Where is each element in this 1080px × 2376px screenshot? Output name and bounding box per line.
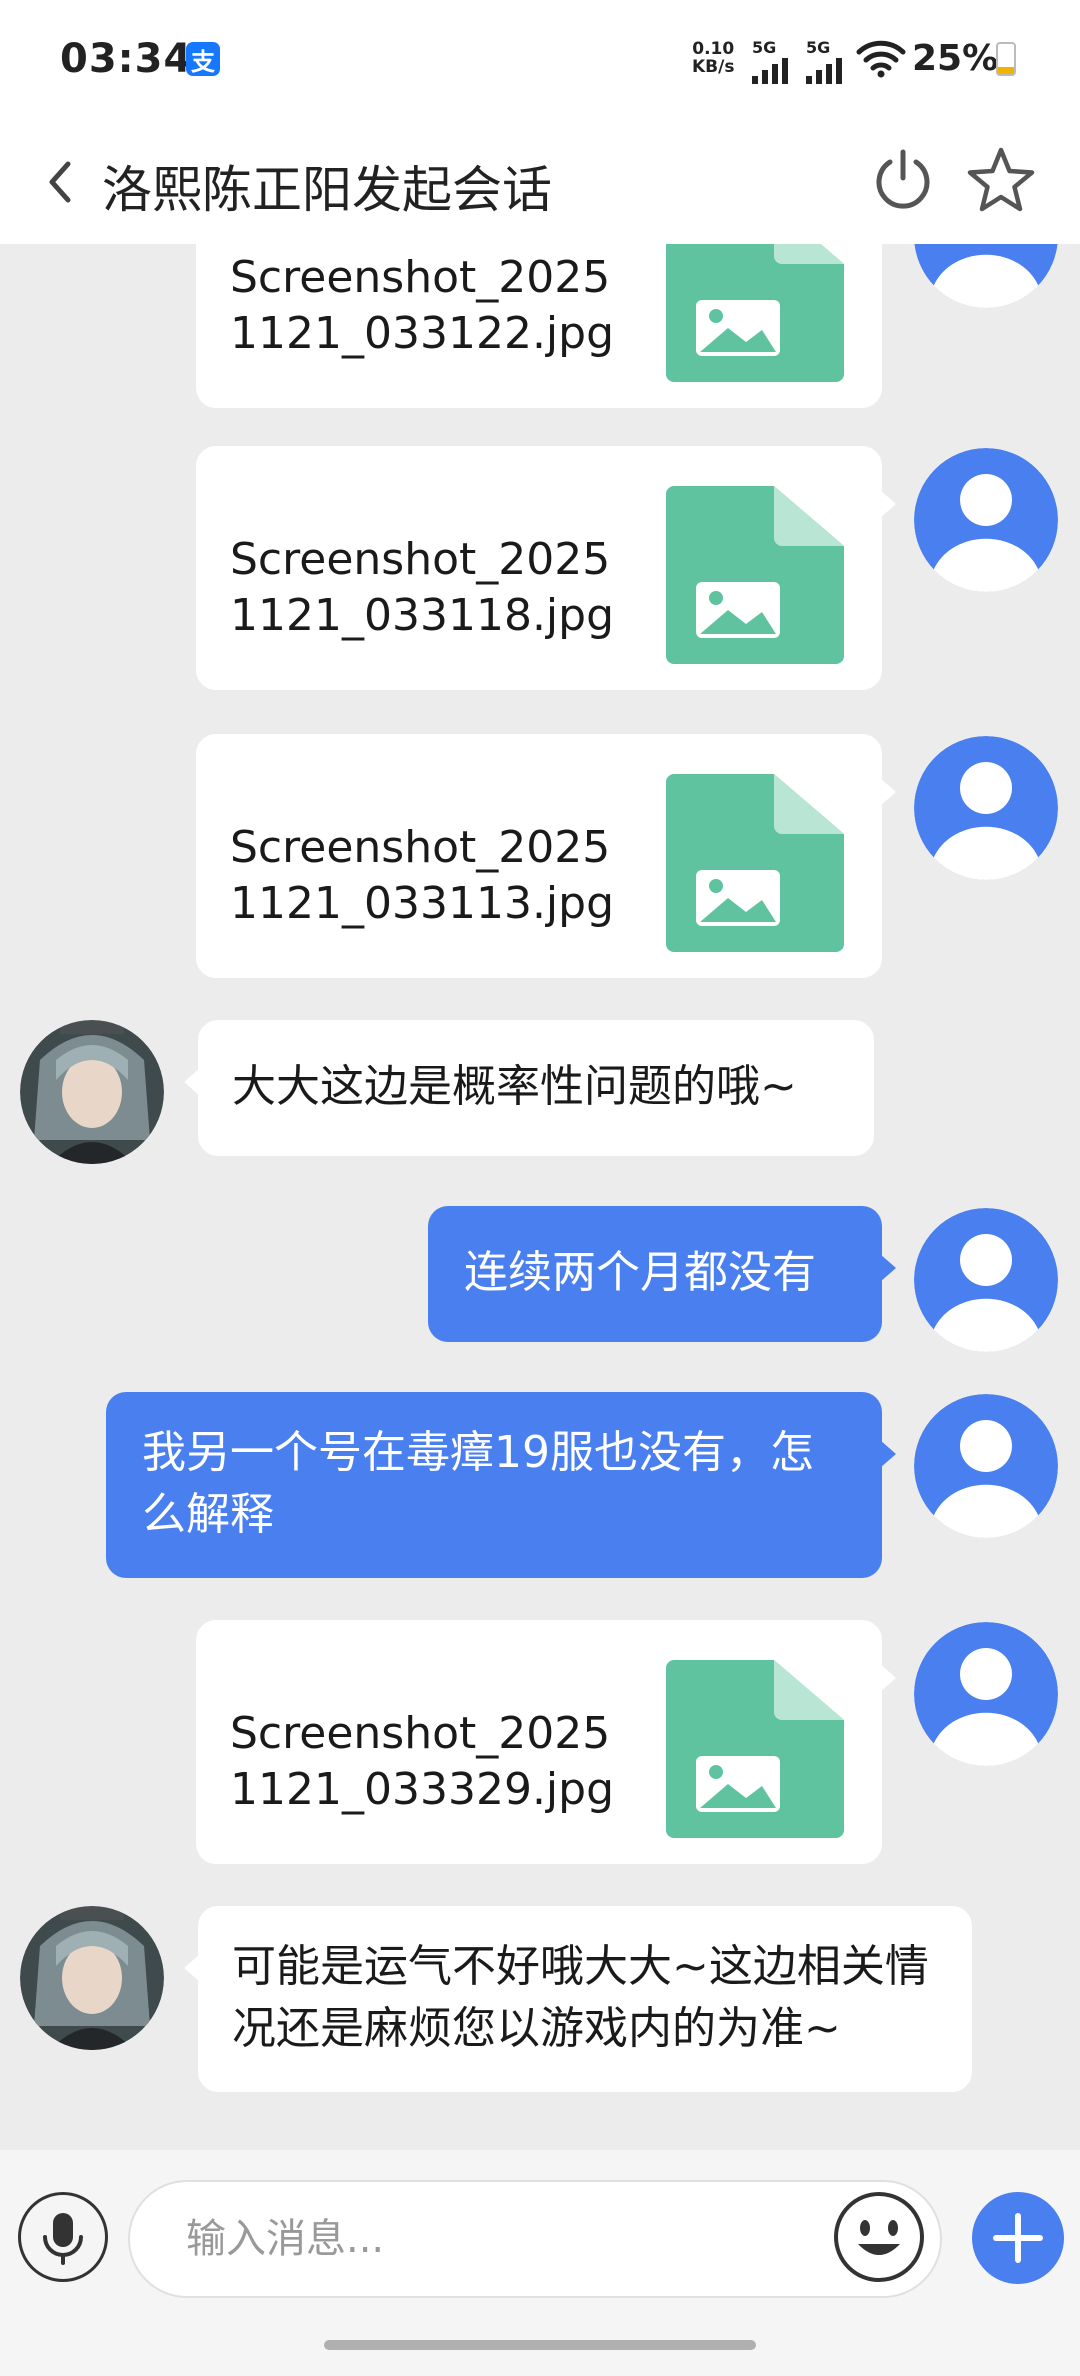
network-speed-value: 0.10 bbox=[692, 39, 735, 59]
avatar[interactable] bbox=[914, 736, 1058, 880]
page-title: 洛熙陈正阳发起会话 bbox=[102, 161, 552, 219]
battery-percent: 25% bbox=[912, 38, 999, 79]
file-attachment[interactable]: Screenshot_20251121_033329.jpg bbox=[196, 1620, 896, 1864]
alipay-icon: 支 bbox=[186, 42, 220, 76]
avatar[interactable] bbox=[914, 1208, 1058, 1352]
home-indicator[interactable] bbox=[324, 2340, 756, 2350]
voice-button[interactable] bbox=[18, 2192, 108, 2282]
avatar[interactable] bbox=[914, 448, 1058, 592]
file-name: Screenshot_20251121_033118.jpg bbox=[230, 534, 615, 641]
image-file-icon bbox=[666, 774, 844, 952]
network-speed: 0.10 KB/s bbox=[692, 40, 734, 76]
signal-bars-icon bbox=[806, 58, 842, 84]
power-icon[interactable] bbox=[868, 144, 938, 214]
file-attachment[interactable]: Screenshot_20251121_033122.jpg bbox=[196, 244, 882, 408]
message-input[interactable] bbox=[128, 2180, 942, 2298]
agent-avatar[interactable] bbox=[20, 1906, 164, 2050]
file-name: Screenshot_20251121_033329.jpg bbox=[230, 1708, 615, 1815]
chat-header: 洛熙陈正阳发起会话 bbox=[0, 120, 1080, 244]
microphone-icon bbox=[43, 2213, 83, 2265]
signal-2-label: 5G bbox=[806, 38, 831, 57]
message-bubble: 大大这边是概率性问题的哦~ bbox=[184, 1020, 874, 1156]
plus-icon bbox=[993, 2213, 1043, 2263]
battery-icon bbox=[996, 42, 1016, 76]
status-time: 03:34 bbox=[60, 36, 193, 82]
status-bar: 03:34 支 0.10 KB/s 5G 5G 25% bbox=[0, 0, 1080, 120]
network-speed-unit: KB/s bbox=[692, 57, 735, 77]
message-bubble: 连续两个月都没有 bbox=[428, 1206, 896, 1342]
chevron-left-icon[interactable] bbox=[36, 150, 86, 214]
message-list[interactable]: Screenshot_20251121_033122.jpg Screensho… bbox=[0, 244, 1080, 2150]
image-file-icon bbox=[666, 1660, 844, 1838]
image-file-icon bbox=[666, 244, 844, 382]
smiley-icon[interactable] bbox=[832, 2190, 926, 2284]
image-file-icon bbox=[666, 486, 844, 664]
battery-level-fill bbox=[998, 66, 1014, 74]
avatar[interactable] bbox=[914, 1394, 1058, 1538]
add-button[interactable] bbox=[972, 2192, 1064, 2284]
message-bubble: 我另一个号在毒瘴19服也没有，怎么解释 bbox=[106, 1392, 896, 1578]
avatar[interactable] bbox=[914, 244, 1058, 308]
file-name: Screenshot_20251121_033122.jpg bbox=[230, 252, 615, 359]
wifi-icon bbox=[856, 40, 906, 78]
file-attachment[interactable]: Screenshot_20251121_033118.jpg bbox=[196, 446, 896, 690]
message-bubble: 可能是运气不好哦大大~这边相关情况还是麻烦您以游戏内的为准~ bbox=[184, 1906, 972, 2092]
file-name: Screenshot_20251121_033113.jpg bbox=[230, 822, 615, 929]
star-outline-icon[interactable] bbox=[964, 144, 1038, 218]
avatar[interactable] bbox=[914, 1622, 1058, 1766]
signal-1-label: 5G bbox=[752, 38, 777, 57]
file-attachment[interactable]: Screenshot_20251121_033113.jpg bbox=[196, 734, 896, 978]
signal-bars-icon bbox=[752, 58, 788, 84]
agent-avatar[interactable] bbox=[20, 1020, 164, 1164]
